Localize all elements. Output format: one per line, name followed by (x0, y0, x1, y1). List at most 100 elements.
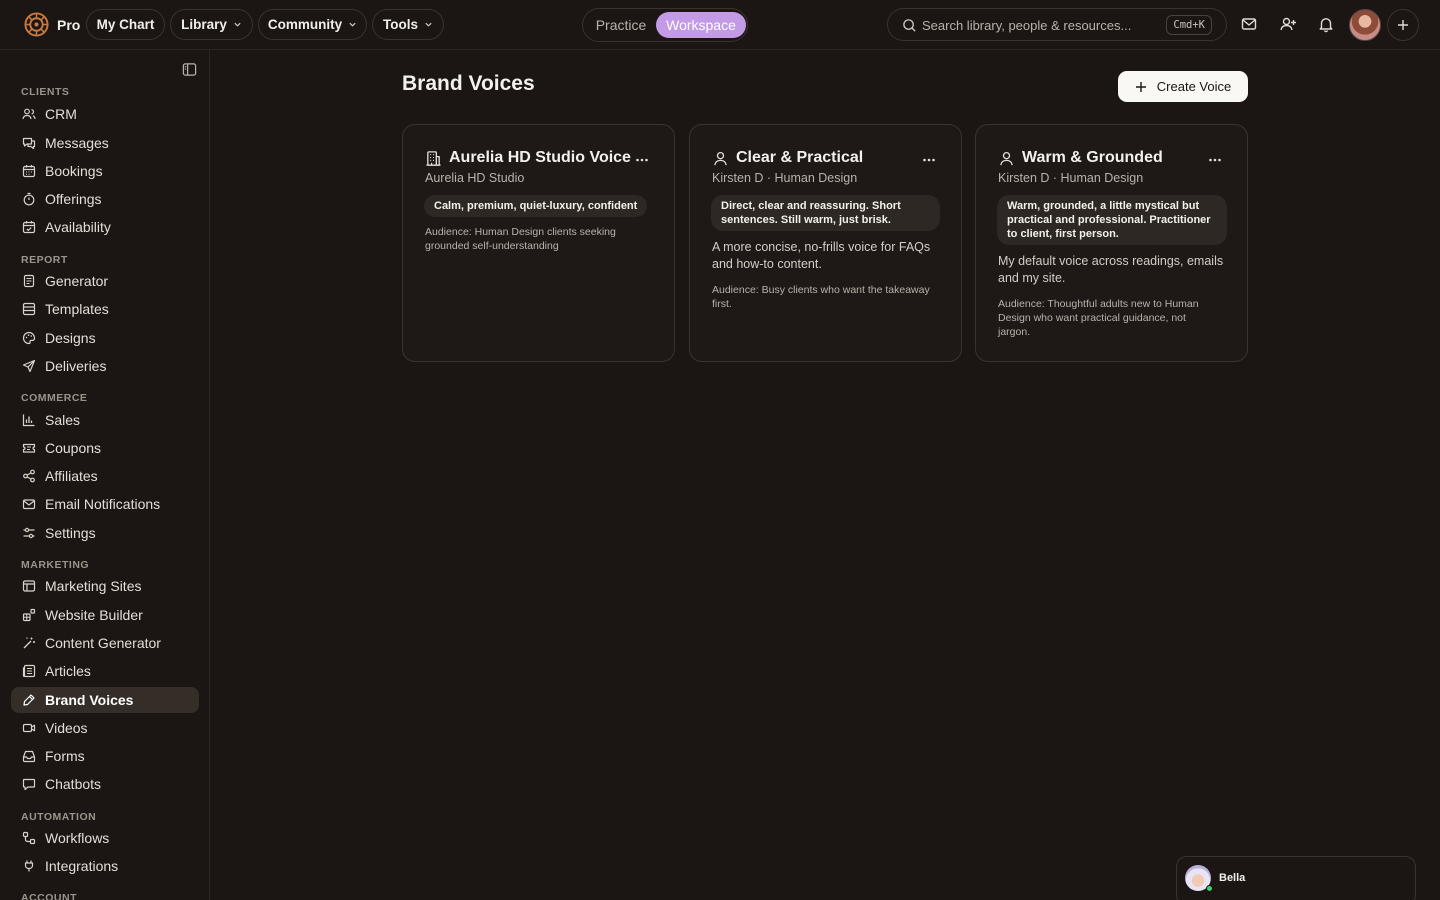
sidebar-item-availability[interactable]: Availability (11, 214, 199, 240)
nav-my-chart[interactable]: My Chart (86, 9, 165, 40)
voice-card-audience: Audience: Busy clients who want the take… (712, 284, 930, 310)
calendar-icon (22, 165, 36, 178)
sidebar-item-label: Settings (45, 525, 96, 541)
sidebar-item-integrations[interactable]: Integrations (11, 853, 199, 879)
voice-card-audience: Audience: Human Design clients seeking g… (425, 226, 616, 252)
plug-icon (24, 860, 34, 872)
sidebar-item-label: Designs (45, 330, 96, 346)
search-box[interactable]: Cmd+K (887, 8, 1227, 41)
users-icon (22, 108, 36, 120)
sidebar-item-content-generator[interactable]: Content Generator (11, 630, 199, 656)
sidebar-item-chatbots[interactable]: Chatbots (11, 771, 199, 797)
sidebar-item-coupons[interactable]: Coupons (11, 435, 199, 461)
sidebar-item-offerings[interactable]: Offerings (11, 186, 199, 212)
sidebar-item-label: Marketing Sites (45, 578, 142, 594)
newspaper-icon (22, 664, 36, 678)
video-icon (22, 723, 36, 733)
sliders-icon (23, 527, 35, 539)
sidebar-item-templates[interactable]: Templates (11, 296, 199, 322)
blocks-icon (22, 608, 36, 622)
brand[interactable]: Pro (24, 12, 80, 37)
more-icon[interactable] (1208, 153, 1222, 167)
create-voice-button[interactable]: Create Voice (1118, 71, 1248, 102)
chevron-down-icon (349, 22, 356, 27)
sidebar-item-email-notifications[interactable]: Email Notifications (11, 491, 199, 517)
sidebar-item-label: Videos (45, 720, 88, 736)
mail-icon (22, 499, 36, 510)
avatar[interactable] (1349, 9, 1381, 41)
sidebar-item-videos[interactable]: Videos (11, 715, 199, 741)
sidebar-item-label: Templates (45, 301, 109, 317)
sidebar-item-label: Brand Voices (45, 692, 134, 708)
user-icon (1000, 151, 1013, 166)
sidebar-item-designs[interactable]: Designs (11, 325, 199, 351)
document-icon (23, 274, 35, 288)
brand-name: Pro (57, 16, 81, 33)
nav-library[interactable]: Library (170, 9, 253, 40)
sidebar-item-crm[interactable]: CRM (11, 101, 199, 127)
more-icon[interactable] (635, 153, 649, 167)
user-plus-icon[interactable] (1279, 15, 1297, 33)
create-voice-label: Create Voice (1156, 79, 1232, 94)
sidebar-item-bookings[interactable]: Bookings (11, 158, 199, 184)
sidebar-item-label: Availability (45, 219, 111, 235)
sidebar-item-marketing-sites[interactable]: Marketing Sites (11, 573, 199, 599)
sidebar-item-settings[interactable]: Settings (11, 520, 199, 546)
sidebar-item-deliveries[interactable]: Deliveries (11, 353, 199, 379)
mode-workspace[interactable]: Workspace (656, 12, 746, 38)
voice-card-title: Clear & Practical (736, 149, 864, 166)
sidebar-item-affiliates[interactable]: Affiliates (11, 463, 199, 489)
voice-card-tone: Direct, clear and reassuring. Short sent… (711, 195, 940, 231)
nav-tools[interactable]: Tools (372, 9, 444, 40)
top-bar: Pro My Chart Library Community Tools Pra… (0, 0, 1440, 50)
voice-card-tone: Warm, grounded, a little mystical but pr… (997, 195, 1227, 245)
sidebar-item-brand-voices[interactable]: Brand Voices (11, 687, 199, 713)
voice-card-owner: Kirsten D · Human Design (998, 171, 1144, 185)
palette-icon (22, 331, 36, 345)
bell-icon[interactable] (1317, 15, 1335, 33)
chat-widget[interactable]: Bella (1176, 856, 1416, 900)
voice-card-aurelia[interactable]: Aurelia HD Studio Voice Aurelia HD Studi… (402, 124, 675, 362)
voice-card-tone: Calm, premium, quiet-luxury, confident (424, 195, 648, 217)
add-button[interactable] (1387, 9, 1419, 41)
sidebar-item-label: Website Builder (45, 607, 143, 623)
sidebar-item-label: Coupons (45, 440, 102, 456)
sidebar-item-label: Forms (45, 748, 85, 764)
nav-community-label: Community (267, 17, 343, 32)
sidebar-item-label: Content Generator (45, 635, 161, 651)
sidebar-item-sales[interactable]: Sales (11, 407, 199, 433)
search-input[interactable] (922, 15, 1152, 35)
sidebar-item-forms[interactable]: Forms (11, 743, 199, 769)
plus-icon (1135, 81, 1146, 92)
sidebar-item-label: CRM (45, 106, 77, 122)
voice-card-warm-grounded[interactable]: Warm & Grounded Kirsten D · Human Design… (975, 124, 1248, 362)
chevron-down-icon (234, 22, 241, 27)
more-icon[interactable] (922, 153, 936, 167)
sidebar-item-workflows[interactable]: Workflows (11, 825, 199, 851)
layout-icon (22, 302, 36, 316)
nav-my-chart-label: My Chart (96, 17, 155, 32)
mail-icon[interactable] (1240, 15, 1258, 33)
workflow-icon (22, 831, 36, 845)
sidebar-item-generator[interactable]: Generator (11, 268, 199, 294)
browser-icon (22, 580, 36, 592)
sidebar-item-messages[interactable]: Messages (11, 130, 199, 156)
sidebar-item-label: Deliveries (45, 358, 107, 374)
nav-community[interactable]: Community (258, 9, 367, 40)
voice-card-description: My default voice across readings, emails… (998, 254, 1224, 285)
sidebar-collapse-icon[interactable] (182, 62, 197, 77)
calendar-check-icon (22, 221, 36, 234)
voice-card-title: Aurelia HD Studio Voice (449, 149, 631, 166)
user-icon (714, 151, 727, 166)
mode-practice[interactable]: Practice (586, 12, 656, 38)
timer-icon (23, 192, 35, 206)
chat-bubble-icon (22, 778, 36, 791)
magic-wand-icon (23, 637, 35, 649)
sidebar-item-label: Offerings (45, 191, 102, 207)
sidebar-item-articles[interactable]: Articles (11, 658, 199, 684)
chat-agent-name: Bella (1219, 872, 1246, 884)
voice-card-clear-practical[interactable]: Clear & Practical Kirsten D · Human Desi… (689, 124, 962, 362)
sidebar-item-label: Sales (45, 412, 81, 428)
sidebar-item-website-builder[interactable]: Website Builder (11, 602, 199, 628)
plus-icon (1398, 20, 1408, 30)
